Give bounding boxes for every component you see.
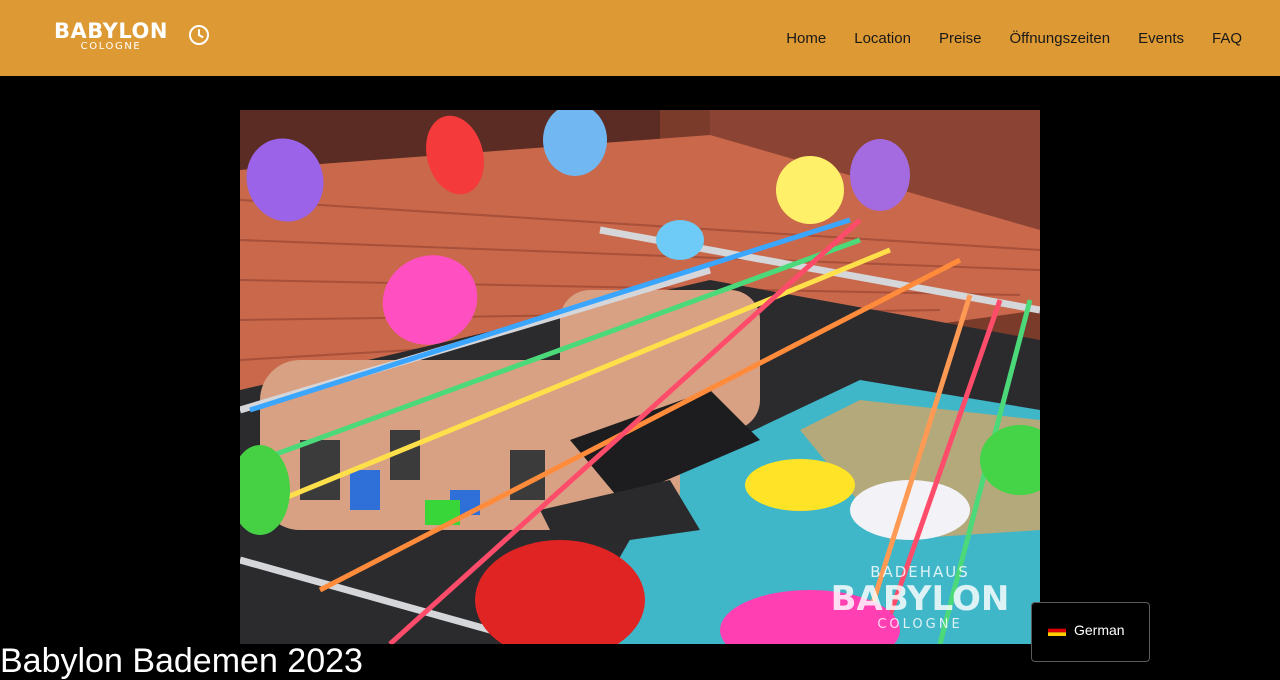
nav-item-preise[interactable]: Preise (939, 30, 982, 47)
hero-watermark: BADEHAUS BABYLON COLOGNE (820, 563, 1020, 632)
hero-image: BADEHAUS BABYLON COLOGNE (240, 110, 1040, 644)
clock-icon[interactable] (188, 24, 210, 46)
language-switcher[interactable]: German (1031, 602, 1150, 662)
site-header: BABYLON COLOGNE Home Location Preise Öff… (0, 0, 1280, 76)
nav-item-home[interactable]: Home (786, 30, 826, 47)
nav-item-events[interactable]: Events (1138, 30, 1184, 47)
page-title: Babylon Bademen 2023 (0, 642, 363, 680)
german-flag-icon (1048, 624, 1066, 636)
language-label: German (1074, 622, 1125, 638)
nav-item-faq[interactable]: FAQ (1212, 30, 1242, 47)
watermark-sub: COLOGNE (877, 617, 963, 632)
nav-item-oeffnungszeiten[interactable]: Öffnungszeiten (1009, 30, 1110, 47)
site-logo[interactable]: BABYLON COLOGNE (50, 20, 172, 56)
nav-item-location[interactable]: Location (854, 30, 911, 47)
watermark-main: BABYLON (830, 579, 1010, 619)
logo-text: BABYLON (54, 19, 168, 43)
main-nav: Home Location Preise Öffnungszeiten Even… (786, 0, 1242, 76)
